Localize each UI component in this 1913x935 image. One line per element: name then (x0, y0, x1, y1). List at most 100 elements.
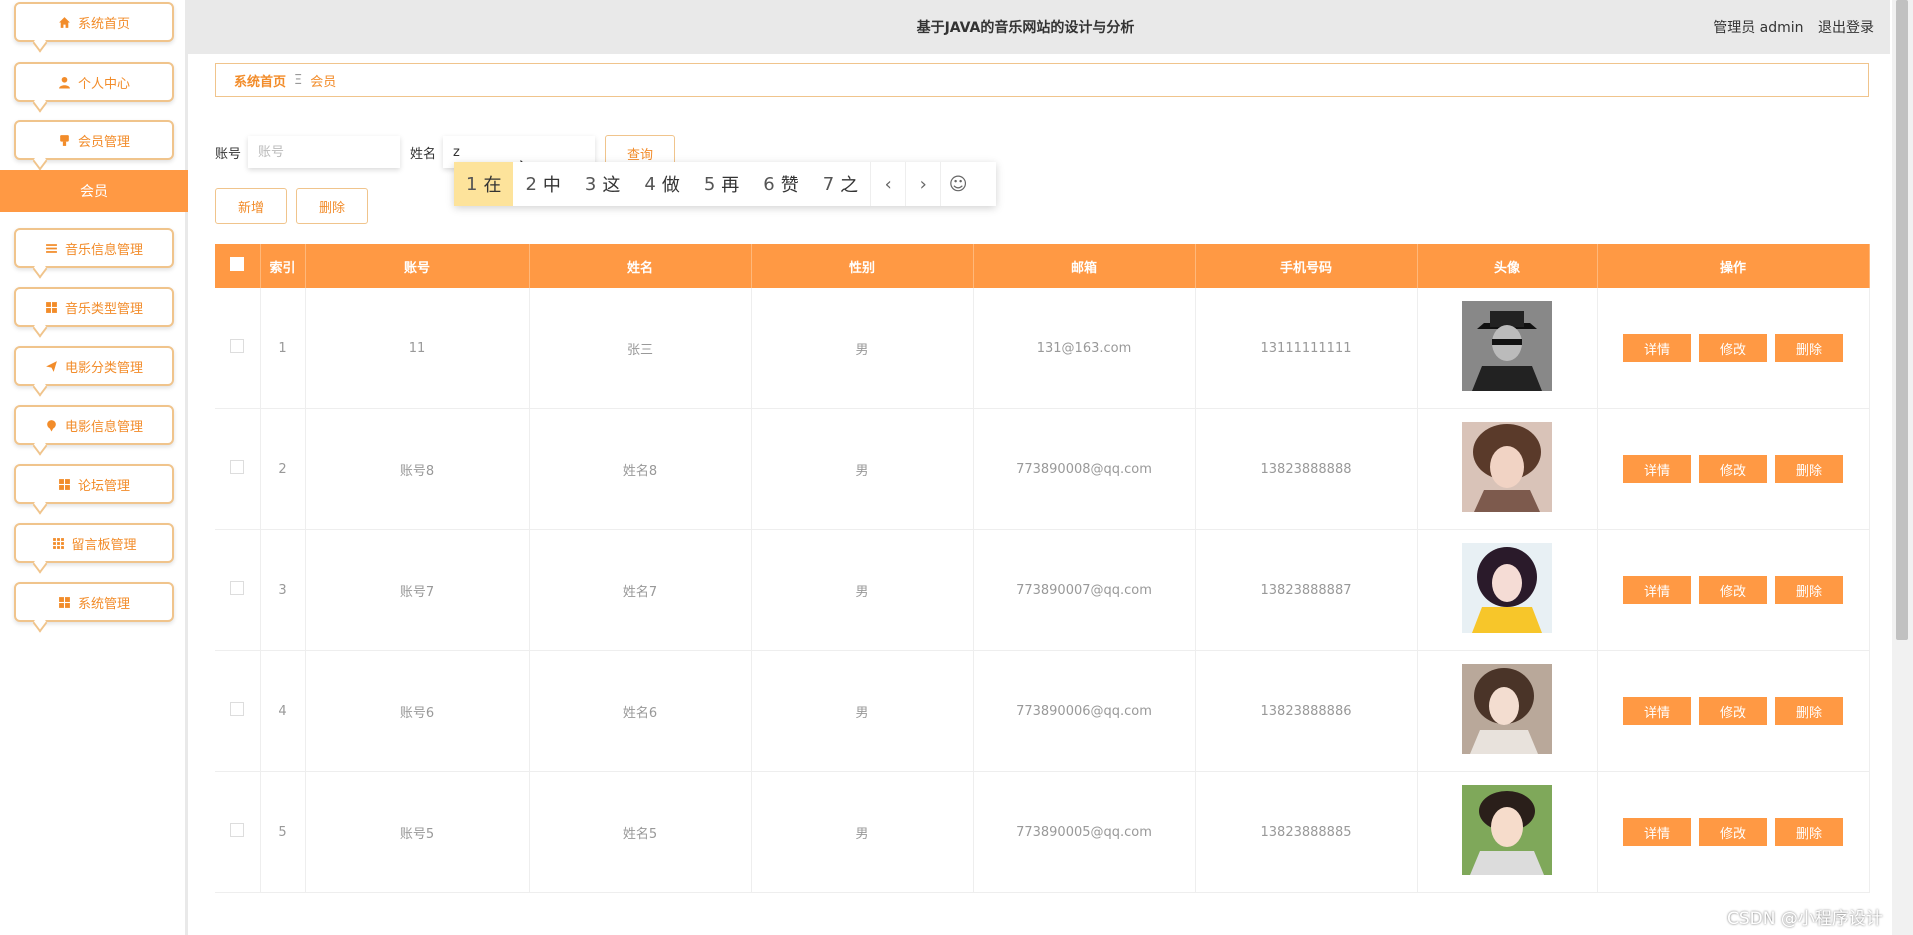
cell-index: 4 (260, 650, 306, 772)
vertical-scrollbar[interactable] (1892, 0, 1913, 935)
scrollbar-thumb[interactable] (1896, 0, 1908, 640)
cell-name: 姓名6 (529, 650, 752, 772)
sidebar-item-music-type[interactable]: 音乐类型管理 (14, 287, 174, 327)
header-user-area: 管理员 admin 退出登录 (1703, 17, 1874, 37)
row-checkbox[interactable] (230, 460, 245, 474)
ime-candidate[interactable]: 2中 (513, 162, 572, 206)
ime-candidate[interactable]: 7之 (811, 162, 870, 206)
column-header: 性别 (751, 244, 974, 288)
table-row: 1 11 张三 男 131@163.com 13111111111 详情 修改 删除 (215, 288, 1870, 409)
name-label: 姓名 (410, 147, 437, 162)
sidebar-item-movie-info[interactable]: 电影信息管理 (14, 405, 174, 445)
avatar (1462, 785, 1552, 875)
ime-candidate[interactable]: 3这 (573, 162, 632, 206)
list-icon (45, 241, 59, 255)
home-icon (58, 15, 72, 29)
cell-phone: 13823888886 (1195, 650, 1418, 772)
sidebar-item-label: 论坛管理 (77, 478, 130, 494)
add-button[interactable]: 新增 (215, 188, 287, 224)
ime-candidate[interactable]: 1在 (454, 162, 514, 206)
sidebar-item-profile[interactable]: 个人中心 (14, 62, 174, 102)
cell-account: 账号6 (305, 650, 530, 772)
table-row: 4 账号6 姓名6 男 773890006@qq.com 13823888886… (215, 650, 1870, 772)
edit-button[interactable]: 修改 (1699, 697, 1767, 725)
sidebar: 系统首页 个人中心 会员管理 会员 音乐信息管理 音乐类型管理 电影分类管理 电… (0, 0, 188, 935)
sidebar-item-label: 音乐信息管理 (64, 242, 143, 258)
cell-phone: 13823888885 (1195, 771, 1418, 893)
delete-button[interactable]: 删除 (1775, 576, 1843, 604)
table-header-row: 索引 账号 姓名 性别 邮箱 手机号码 头像 操作 (215, 244, 1870, 288)
avatar (1462, 301, 1552, 391)
sidebar-item-label: 电影信息管理 (64, 419, 143, 435)
cell-phone: 13111111111 (1195, 288, 1418, 409)
cell-gender: 男 (751, 408, 974, 530)
detail-button[interactable]: 详情 (1623, 576, 1691, 604)
table-row: 5 账号5 姓名5 男 773890005@qq.com 13823888885… (215, 771, 1870, 893)
delete-button[interactable]: 删除 (1775, 818, 1843, 846)
sidebar-item-movie-category[interactable]: 电影分类管理 (14, 346, 174, 386)
breadcrumb: 系统首页 Ξ 会员 (215, 63, 1869, 97)
column-header: 头像 (1417, 244, 1598, 288)
detail-button[interactable]: 详情 (1623, 455, 1691, 483)
row-checkbox[interactable] (230, 581, 245, 595)
delete-button[interactable]: 删除 (1775, 697, 1843, 725)
table-row: 2 账号8 姓名8 男 773890008@qq.com 13823888888… (215, 408, 1870, 530)
cell-account: 11 (305, 288, 530, 409)
row-checkbox[interactable] (230, 702, 245, 716)
cell-email: 773890006@qq.com (973, 650, 1196, 772)
column-header: 账号 (305, 244, 530, 288)
row-checkbox[interactable] (230, 823, 245, 837)
select-all-checkbox[interactable] (230, 257, 245, 271)
breadcrumb-home[interactable]: 系统首页 (234, 71, 286, 90)
ime-candidate-popup: 1在 2中 3这 4做 5再 6赞 7之 ‹ › ☺ (454, 162, 996, 206)
grid-icon (45, 300, 59, 314)
sidebar-item-forum[interactable]: 论坛管理 (14, 464, 174, 504)
ime-prev-icon[interactable]: ‹ (870, 162, 905, 206)
delete-button[interactable]: 删除 (1775, 455, 1843, 483)
cell-gender: 男 (751, 529, 974, 651)
cell-index: 1 (260, 288, 306, 409)
cell-index: 5 (260, 771, 306, 893)
detail-button[interactable]: 详情 (1623, 818, 1691, 846)
sidebar-item-system[interactable]: 系统管理 (14, 582, 174, 622)
batch-delete-button[interactable]: 删除 (296, 188, 368, 224)
edit-button[interactable]: 修改 (1699, 818, 1767, 846)
avatar (1462, 664, 1552, 754)
detail-button[interactable]: 详情 (1623, 334, 1691, 362)
select-all-header[interactable] (215, 244, 261, 288)
ime-next-icon[interactable]: › (905, 162, 940, 206)
ime-candidate[interactable]: 6赞 (751, 162, 810, 206)
sidebar-subitem-member[interactable]: 会员 (0, 170, 188, 212)
sidebar-item-label: 系统管理 (77, 596, 130, 612)
delete-button[interactable]: 删除 (1775, 334, 1843, 362)
column-header: 操作 (1597, 244, 1870, 288)
sidebar-item-home[interactable]: 系统首页 (14, 2, 174, 42)
cell-email: 773890007@qq.com (973, 529, 1196, 651)
ime-emoji-icon[interactable]: ☺ (940, 162, 975, 206)
edit-button[interactable]: 修改 (1699, 576, 1767, 604)
account-input[interactable] (248, 136, 400, 168)
edit-button[interactable]: 修改 (1699, 334, 1767, 362)
row-checkbox[interactable] (230, 339, 245, 353)
cell-name: 姓名7 (529, 529, 752, 651)
table-row: 3 账号7 姓名7 男 773890007@qq.com 13823888887… (215, 529, 1870, 651)
cell-account: 账号8 (305, 408, 530, 530)
cell-gender: 男 (751, 288, 974, 409)
ime-candidate[interactable]: 5再 (692, 162, 751, 206)
ime-candidate[interactable]: 4做 (632, 162, 691, 206)
logout-link[interactable]: 退出登录 (1818, 20, 1874, 36)
sidebar-subitem-label: 会员 (80, 184, 108, 200)
sidebar-item-member-management[interactable]: 会员管理 (14, 120, 174, 160)
breadcrumb-current: 会员 (310, 74, 337, 90)
account-label: 账号 (215, 147, 242, 162)
apps-icon (51, 536, 65, 550)
grid-icon (58, 477, 72, 491)
cell-email: 773890005@qq.com (973, 771, 1196, 893)
sidebar-item-message-board[interactable]: 留言板管理 (14, 523, 174, 563)
detail-button[interactable]: 详情 (1623, 697, 1691, 725)
sidebar-item-music-info[interactable]: 音乐信息管理 (14, 228, 174, 268)
top-header: 基于JAVA的音乐网站的设计与分析 管理员 admin 退出登录 (188, 0, 1890, 54)
edit-button[interactable]: 修改 (1699, 455, 1767, 483)
site-title: 基于JAVA的音乐网站的设计与分析 (916, 20, 1135, 36)
cell-account: 账号5 (305, 771, 530, 893)
